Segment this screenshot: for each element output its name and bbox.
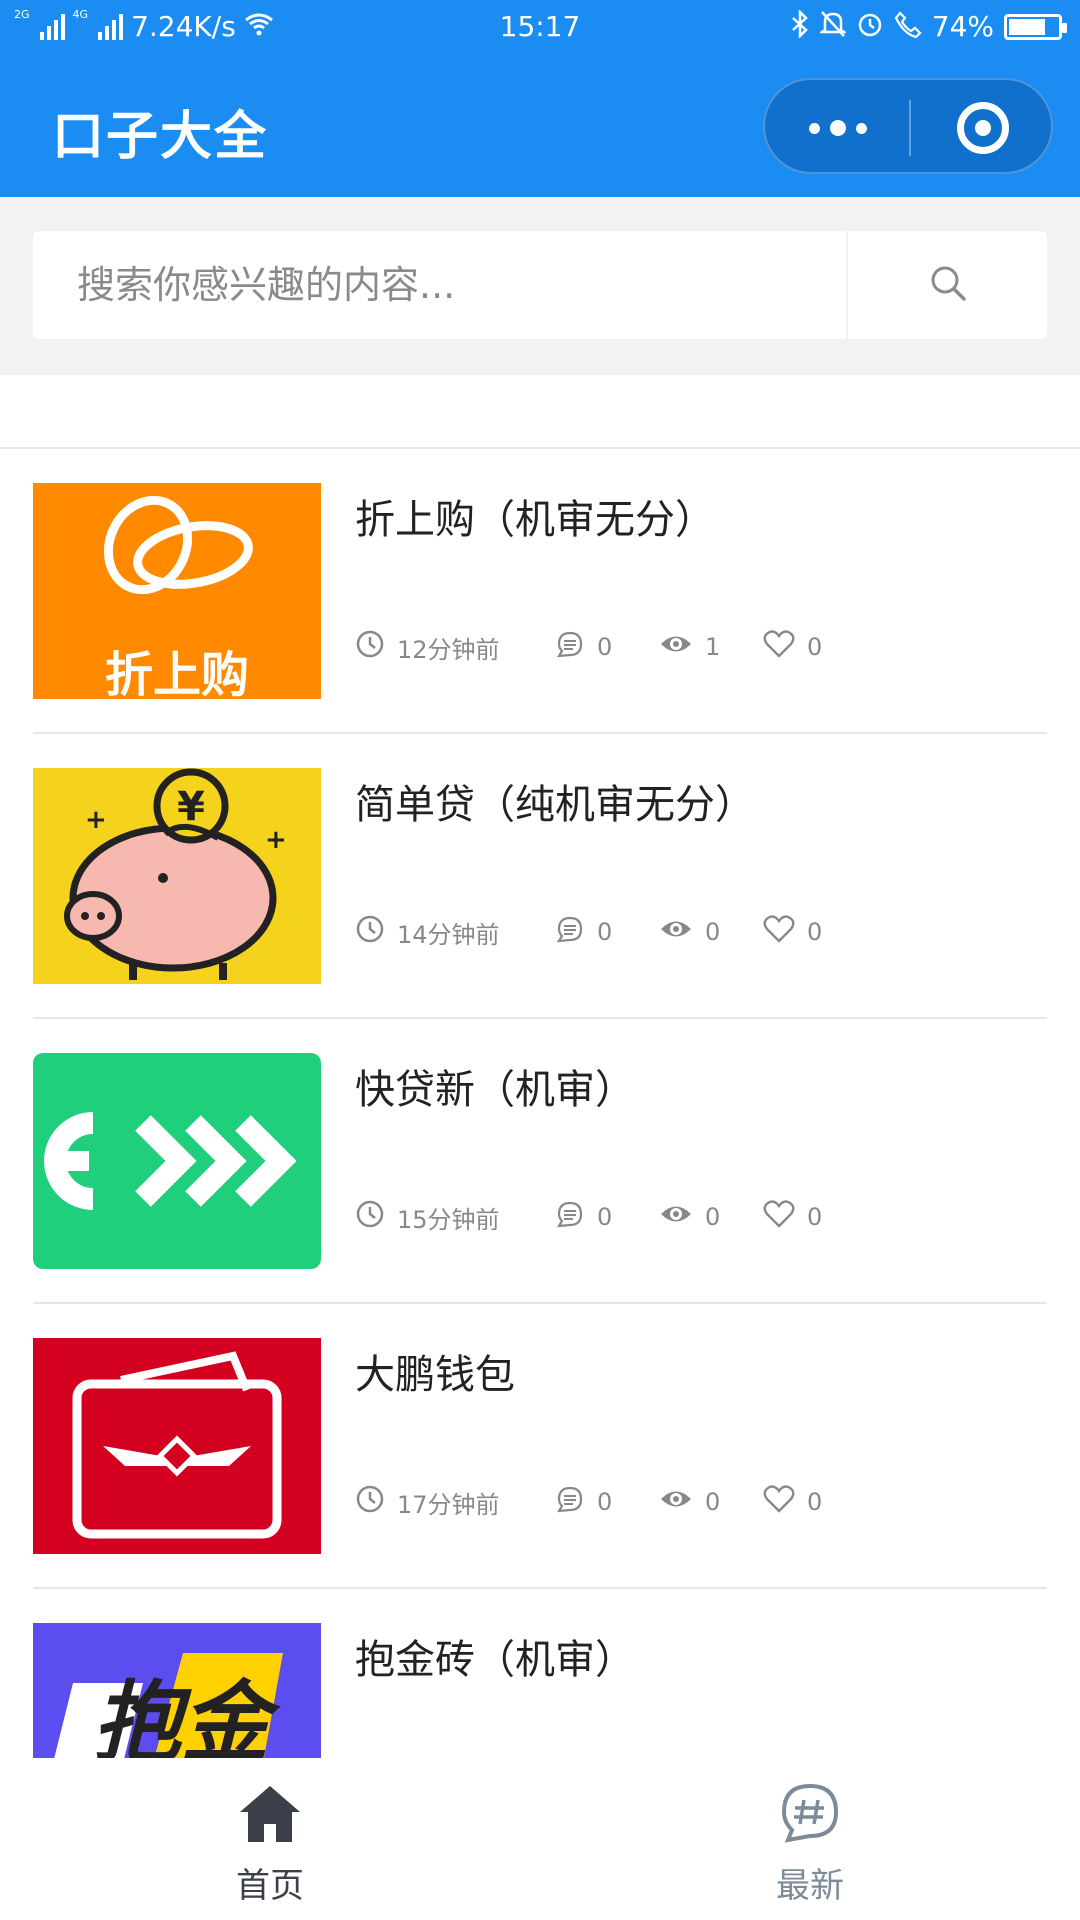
search-button[interactable] — [848, 231, 1047, 339]
clock-icon — [355, 914, 385, 950]
item-title: 抱金砖（机审） — [355, 1637, 635, 1683]
clock-icon — [355, 1199, 385, 1235]
bluetooth-icon — [790, 8, 810, 43]
item-thumbnail: ¥ + + — [33, 768, 321, 984]
more-dot-icon — [855, 122, 867, 134]
status-bar: 2G 4G 7.24K/s 15:17 74% — [0, 0, 1080, 56]
list-item[interactable]: 大鹏钱包 17分钟前 0 0 0 — [33, 1304, 1047, 1589]
list-item[interactable]: 快贷新（机审） 15分钟前 0 0 0 — [33, 1019, 1047, 1304]
page-title: 口子大全 — [52, 107, 269, 167]
svg-text:+: + — [85, 805, 107, 835]
heart-icon[interactable] — [763, 1484, 795, 1520]
tab-latest-label: 最新 — [776, 1866, 844, 1906]
battery-percent: 74% — [931, 10, 994, 43]
like-count: 0 — [807, 1203, 823, 1231]
view-count: 0 — [705, 918, 721, 946]
comment-count: 0 — [597, 1488, 613, 1516]
item-time: 15分钟前 — [397, 1205, 500, 1234]
more-button[interactable] — [765, 80, 910, 176]
top-bar: 2G 4G 7.24K/s 15:17 74% 口子大全 — [0, 0, 1080, 197]
clock-icon — [355, 1484, 385, 1520]
item-time: 17分钟前 — [397, 1490, 500, 1519]
eye-icon — [659, 629, 693, 665]
item-time: 14分钟前 — [397, 920, 500, 949]
thumbnail-text: 折上购 — [104, 647, 249, 699]
view-count: 0 — [705, 1488, 721, 1516]
item-thumbnail: 抱金 — [33, 1623, 321, 1758]
status-right: 74% — [790, 8, 1067, 43]
view-count: 0 — [705, 1203, 721, 1231]
search-input[interactable] — [77, 231, 857, 339]
svg-text:¥: ¥ — [177, 784, 205, 830]
item-meta: 12分钟前 0 1 0 — [355, 629, 843, 665]
comment-count: 0 — [597, 918, 613, 946]
like-count: 0 — [807, 918, 823, 946]
eye-icon — [659, 1484, 693, 1520]
like-count: 0 — [807, 633, 823, 661]
clock-icon — [355, 629, 385, 665]
search-area — [0, 197, 1080, 375]
comment-icon — [555, 1484, 585, 1520]
mute-bell-icon — [817, 10, 848, 43]
list-item[interactable]: 抱金 抱金砖（机审） — [33, 1589, 1047, 1758]
target-icon — [956, 102, 1009, 154]
view-count: 1 — [705, 633, 721, 661]
item-meta: 17分钟前 0 0 0 — [355, 1484, 843, 1520]
search-box — [33, 231, 1047, 339]
alarm-icon — [856, 10, 884, 43]
item-title: 简单贷（纯机审无分） — [355, 782, 755, 828]
tab-home-label: 首页 — [236, 1866, 304, 1906]
item-thumbnail — [33, 1053, 321, 1269]
tab-latest[interactable]: 最新 — [540, 1758, 1080, 1920]
list-item[interactable]: ¥ + + 简单贷（纯机审无分） 14分钟前 0 0 0 — [33, 734, 1047, 1019]
search-icon — [928, 263, 968, 307]
comment-icon — [555, 914, 585, 950]
svg-text:+: + — [265, 825, 287, 855]
more-dot-icon — [808, 122, 820, 134]
tab-bar: 首页 最新 — [0, 1758, 1080, 1920]
hashtag-chat-icon — [540, 1782, 1080, 1844]
item-meta: 15分钟前 0 0 0 — [355, 1199, 843, 1235]
home-icon — [0, 1782, 540, 1844]
more-dot-icon — [829, 120, 846, 136]
item-time: 12分钟前 — [397, 635, 500, 664]
heart-icon[interactable] — [763, 1199, 795, 1235]
heart-icon[interactable] — [763, 629, 795, 665]
thumbnail-text: 抱金 — [93, 1671, 281, 1758]
like-count: 0 — [807, 1488, 823, 1516]
tab-home[interactable]: 首页 — [0, 1758, 540, 1920]
item-title: 快贷新（机审） — [355, 1067, 635, 1113]
comment-count: 0 — [597, 1203, 613, 1231]
item-title: 折上购（机审无分） — [355, 497, 715, 543]
comment-icon — [555, 629, 585, 665]
eye-icon — [659, 1199, 693, 1235]
close-button[interactable] — [910, 80, 1055, 176]
comment-count: 0 — [597, 633, 613, 661]
comment-icon — [555, 1199, 585, 1235]
battery-icon — [1004, 13, 1067, 40]
heart-icon[interactable] — [763, 914, 795, 950]
item-title: 大鹏钱包 — [355, 1352, 515, 1398]
mini-program-capsule — [763, 78, 1053, 174]
item-meta: 14分钟前 0 0 0 — [355, 914, 843, 950]
item-thumbnail: 折上购 — [33, 483, 321, 699]
item-thumbnail — [33, 1338, 321, 1554]
eye-icon — [659, 914, 693, 950]
call-icon — [894, 10, 922, 43]
list-item[interactable]: 折上购 折上购（机审无分） 12分钟前 0 1 0 — [33, 449, 1047, 734]
